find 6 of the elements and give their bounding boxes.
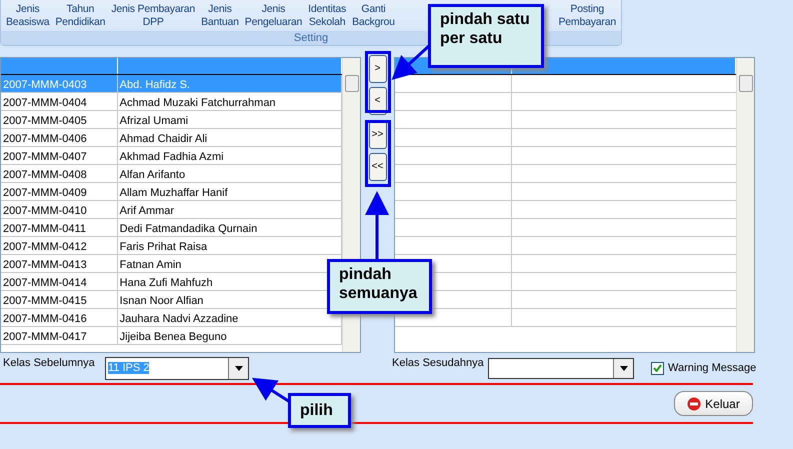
callout-tooltip: pilih xyxy=(288,393,351,428)
checkbox-label: Warning Message xyxy=(668,360,756,376)
callout-tooltip: pindah semuanya xyxy=(327,259,432,314)
callout-tooltip: pindah satu per satu xyxy=(428,4,544,68)
field-label: Kelas Sebelumnya xyxy=(3,356,96,371)
field-label: Kelas Sesudahnya xyxy=(392,356,485,371)
